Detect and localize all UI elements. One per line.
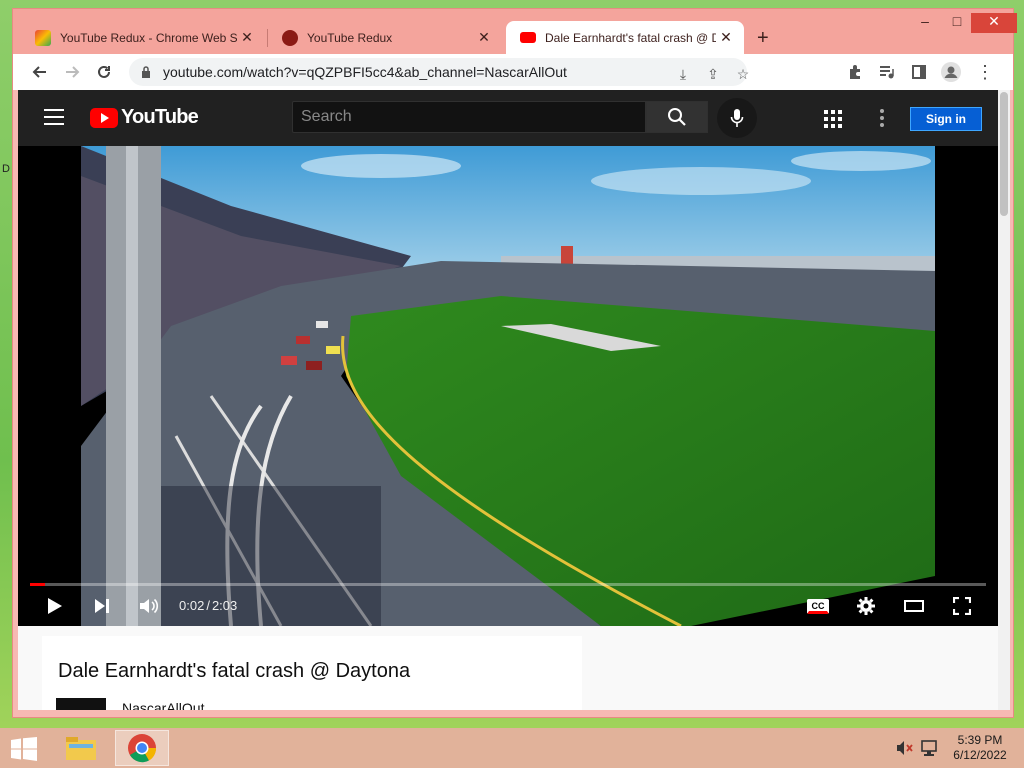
maximize-button[interactable]: □	[941, 13, 973, 33]
channel-avatar[interactable]	[56, 698, 106, 710]
side-panel-button[interactable]	[907, 60, 931, 84]
scrollbar-thumb[interactable]	[1000, 92, 1008, 216]
fullscreen-button[interactable]	[950, 594, 974, 618]
network-icon[interactable]	[920, 739, 938, 757]
extensions-button[interactable]	[843, 60, 867, 84]
play-icon	[48, 598, 62, 614]
install-icon[interactable]: ⤓	[673, 64, 693, 84]
avatar-icon	[941, 62, 961, 82]
hamburger-menu-icon[interactable]	[44, 109, 64, 125]
taskbar-chrome[interactable]	[115, 730, 169, 766]
window-close-button[interactable]: ✕	[971, 13, 1017, 33]
search-field-wrapper	[292, 101, 646, 133]
start-button[interactable]	[10, 737, 38, 761]
page-viewport: YouTube Sign in	[18, 90, 998, 710]
media-controls-button[interactable]	[875, 60, 899, 84]
lock-icon	[142, 66, 150, 78]
gear-icon	[857, 597, 875, 615]
page-scrollbar[interactable]	[998, 90, 1010, 710]
chrome-window: YouTube Redux - Chrome Web Sto ✕ YouTube…	[12, 8, 1017, 718]
channel-name[interactable]: NascarAllOut	[122, 700, 204, 710]
volume-muted-icon[interactable]	[896, 739, 914, 757]
search-icon	[668, 108, 686, 126]
close-icon[interactable]: ✕	[237, 29, 257, 46]
clock-date: 6/12/2022	[953, 748, 1007, 762]
voice-search-button[interactable]	[717, 98, 757, 138]
theater-mode-icon	[904, 600, 924, 612]
progress-fill	[30, 583, 46, 586]
youtube-redux-icon	[282, 29, 298, 46]
address-bar[interactable]: youtube.com/watch?v=qQZPBFI5cc4&ab_chann…	[129, 58, 749, 86]
desktop-edge-letter: D	[2, 163, 10, 175]
video-title: Dale Earnhardt's fatal crash @ Daytona	[58, 660, 411, 682]
chrome-icon	[128, 734, 157, 763]
media-queue-icon	[880, 66, 894, 79]
puzzle-icon	[850, 65, 860, 79]
close-icon[interactable]: ✕	[474, 29, 494, 46]
tab-chrome-web-store[interactable]: YouTube Redux - Chrome Web Sto ✕	[21, 21, 265, 54]
youtube-play-logo-icon	[90, 107, 118, 128]
volume-icon	[140, 598, 159, 614]
close-icon[interactable]: ✕	[716, 29, 736, 46]
current-time: 0:02	[179, 598, 205, 613]
new-tab-button[interactable]: +	[757, 27, 769, 50]
back-button[interactable]	[28, 60, 52, 84]
settings-more-icon[interactable]	[880, 109, 884, 127]
cc-icon: CC	[807, 598, 829, 614]
sign-in-button[interactable]: Sign in	[910, 107, 982, 131]
subtitles-button[interactable]: CC	[806, 594, 830, 618]
apps-grid-icon[interactable]	[824, 110, 842, 128]
reload-button[interactable]	[92, 60, 116, 84]
forward-button[interactable]	[60, 60, 84, 84]
play-button[interactable]	[42, 594, 66, 618]
skip-next-icon	[95, 599, 109, 613]
duration: 2:03	[211, 598, 238, 613]
reload-icon	[98, 65, 110, 78]
system-clock[interactable]: 5:39 PM 6/12/2022	[944, 733, 1016, 763]
race-track-video-image	[81, 146, 935, 626]
tab-label: Dale Earnhardt's fatal crash @ Da	[545, 30, 716, 45]
video-player[interactable]: 0:02/2:03 CC	[18, 146, 998, 626]
time-display: 0:02/2:03	[179, 598, 238, 613]
youtube-header: YouTube Sign in	[18, 90, 998, 146]
share-icon[interactable]: ⇪	[703, 64, 723, 84]
bookmark-star-icon[interactable]: ☆	[733, 64, 753, 84]
arrow-right-icon	[66, 66, 80, 78]
browser-toolbar: youtube.com/watch?v=qQZPBFI5cc4&ab_chann…	[13, 54, 1013, 90]
settings-button[interactable]	[854, 594, 878, 618]
theater-mode-button[interactable]	[902, 594, 926, 618]
microphone-icon	[730, 109, 744, 127]
youtube-logo[interactable]: YouTube	[90, 106, 199, 129]
video-info-panel: Dale Earnhardt's fatal crash @ Daytona N…	[42, 636, 582, 710]
clock-time: 5:39 PM	[957, 733, 1003, 747]
mute-button[interactable]	[137, 594, 161, 618]
tab-youtube-redux[interactable]: YouTube Redux ✕	[268, 21, 502, 54]
tab-dale-earnhardt[interactable]: Dale Earnhardt's fatal crash @ Da ✕	[506, 21, 744, 54]
chrome-menu-button[interactable]: ⋮	[973, 60, 997, 84]
progress-bar[interactable]	[30, 583, 986, 586]
windows-taskbar: 5:39 PM 6/12/2022	[0, 728, 1024, 768]
next-button[interactable]	[90, 594, 114, 618]
kebab-menu-icon: ⋮	[976, 61, 994, 82]
tab-label: YouTube Redux - Chrome Web Sto	[60, 30, 237, 45]
windows-logo-icon	[11, 737, 37, 761]
file-explorer-icon	[66, 737, 96, 760]
tab-label: YouTube Redux	[307, 30, 393, 45]
side-panel-icon	[912, 65, 926, 79]
youtube-logo-text: YouTube	[121, 106, 199, 128]
video-frame	[81, 146, 935, 626]
chrome-web-store-icon	[35, 29, 51, 46]
tab-strip: YouTube Redux - Chrome Web Sto ✕ YouTube…	[13, 9, 1017, 54]
search-input[interactable]	[293, 102, 645, 132]
taskbar-file-explorer[interactable]	[54, 730, 108, 766]
url-text: youtube.com/watch?v=qQZPBFI5cc4&ab_chann…	[163, 64, 567, 80]
fullscreen-icon	[953, 597, 971, 615]
arrow-left-icon	[32, 66, 46, 78]
profile-button[interactable]	[939, 60, 963, 84]
search-button[interactable]	[646, 101, 708, 133]
youtube-icon	[520, 32, 536, 43]
minimize-button[interactable]: –	[909, 13, 941, 33]
